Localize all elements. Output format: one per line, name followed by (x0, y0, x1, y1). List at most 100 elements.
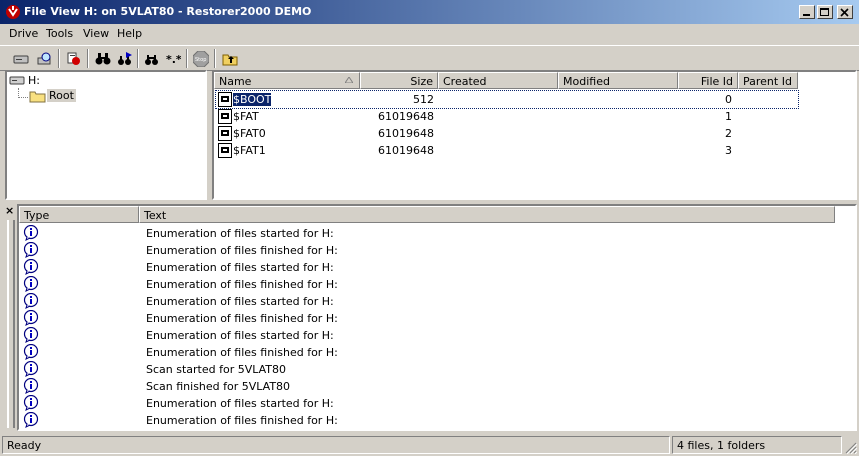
log-message: Enumeration of files finished for H: (146, 244, 338, 257)
svg-text:*.*: *.* (166, 53, 181, 66)
title-bar: File View H: on 5VLAT80 - Restorer2000 D… (0, 0, 859, 24)
log-row[interactable]: Scan finished for 5VLAT80 (21, 378, 821, 395)
find-next-button[interactable] (114, 48, 136, 70)
filter-button[interactable] (141, 48, 163, 70)
log-close-button[interactable]: × (5, 204, 17, 217)
toolbar: *.* Stop (0, 45, 859, 71)
system-file-icon (218, 92, 232, 107)
system-file-icon (218, 143, 232, 158)
info-icon (23, 412, 39, 428)
menu-bar: Drive Tools View Help (0, 24, 859, 44)
info-icon (23, 242, 39, 258)
log-row[interactable]: Enumeration of files finished for H: (21, 412, 821, 429)
file-size: 61019648 (378, 127, 434, 140)
file-name: $FAT (233, 110, 259, 123)
mask-button[interactable]: *.* (162, 48, 184, 70)
folder-tree[interactable]: H: Root (5, 70, 207, 200)
find-icon (95, 53, 111, 65)
info-icon (23, 395, 39, 411)
file-id: 2 (725, 127, 732, 140)
col-header-type[interactable]: Type (19, 206, 139, 223)
status-bar: Ready 4 files, 1 folders (0, 434, 859, 456)
minimize-icon (803, 14, 810, 16)
stop-button[interactable]: Stop (190, 48, 212, 70)
log-row[interactable]: Enumeration of files finished for H: (21, 242, 821, 259)
col-header-text[interactable]: Text (139, 206, 835, 223)
log-message: Scan started for 5VLAT80 (146, 363, 287, 376)
col-header-modified[interactable]: Modified (558, 72, 678, 89)
log-message: Enumeration of files started for H: (146, 261, 334, 274)
minimize-button[interactable] (799, 5, 815, 19)
log-message: Scan finished for 5VLAT80 (146, 380, 291, 393)
log-message: Enumeration of files started for H: (146, 329, 334, 342)
file-name: $FAT1 (233, 144, 266, 157)
info-icon (23, 293, 39, 309)
folder-icon (29, 91, 46, 103)
file-id: 3 (725, 144, 732, 157)
log-row[interactable]: Enumeration of files started for H: (21, 225, 821, 242)
log-dock-grip[interactable] (7, 220, 15, 428)
info-icon (23, 259, 39, 275)
log-row[interactable]: Enumeration of files started for H: (21, 293, 821, 310)
menu-view[interactable]: View (83, 27, 109, 40)
system-file-icon (218, 126, 232, 141)
file-name: $BOOT (233, 93, 272, 106)
col-header-created[interactable]: Created (438, 72, 558, 89)
mask-icon: *.* (166, 53, 181, 66)
filter-icon (145, 55, 158, 65)
log-row[interactable]: Scan started for 5VLAT80 (21, 361, 821, 378)
col-header-file-id[interactable]: File Id (678, 72, 738, 89)
info-icon (23, 344, 39, 360)
menu-tools[interactable]: Tools (46, 27, 73, 40)
log-row[interactable]: Enumeration of files finished for H: (21, 344, 821, 361)
info-icon (23, 327, 39, 343)
log-message: Enumeration of files finished for H: (146, 414, 338, 427)
file-id: 1 (725, 110, 732, 123)
maximize-icon (820, 8, 829, 16)
search-drive-icon (37, 52, 51, 65)
info-icon (23, 361, 39, 377)
close-button[interactable] (837, 5, 853, 19)
file-list[interactable]: Name Size Created Modified File Id Paren… (212, 70, 857, 200)
window-title: File View H: on 5VLAT80 - Restorer2000 D… (24, 5, 312, 18)
tree-drive-label[interactable]: H: (28, 74, 40, 87)
col-header-parent-id[interactable]: Parent Id (738, 72, 798, 89)
tree-root-label[interactable]: Root (47, 89, 76, 102)
info-icon (23, 225, 39, 241)
log-row[interactable]: Enumeration of files started for H: (21, 395, 821, 412)
file-row[interactable]: $FAT1 61019648 3 (216, 142, 798, 159)
file-size: 512 (413, 93, 434, 106)
col-header-size[interactable]: Size (360, 72, 438, 89)
up-folder-icon (222, 54, 238, 66)
log-message: Enumeration of files started for H: (146, 295, 334, 308)
message-log[interactable]: Type Text Enumeration of files started f… (17, 204, 857, 431)
log-row[interactable]: Enumeration of files finished for H: (21, 310, 821, 327)
menu-drive[interactable]: Drive (9, 27, 38, 40)
log-row[interactable]: Enumeration of files started for H: (21, 327, 821, 344)
file-row[interactable]: $FAT0 61019648 2 (216, 125, 798, 142)
log-message: Enumeration of files finished for H: (146, 346, 338, 359)
drive-button[interactable] (10, 48, 32, 70)
col-header-name[interactable]: Name (214, 72, 360, 89)
resize-grip-icon[interactable] (845, 442, 857, 454)
search-drive-button[interactable] (34, 48, 56, 70)
scan-button[interactable] (63, 48, 85, 70)
status-text: Ready (2, 436, 670, 454)
menu-help[interactable]: Help (117, 27, 142, 40)
log-row[interactable]: Enumeration of files started for H: (21, 259, 821, 276)
find-next-icon (118, 52, 132, 65)
file-row[interactable]: $FAT 61019648 1 (216, 108, 798, 125)
log-message: Enumeration of files started for H: (146, 397, 334, 410)
sort-arrow-icon (345, 77, 353, 83)
system-file-icon (218, 109, 232, 124)
info-icon (23, 310, 39, 326)
log-row[interactable]: Enumeration of files finished for H: (21, 276, 821, 293)
scan-icon (67, 52, 80, 65)
file-row[interactable]: $BOOT 512 0 (215, 90, 799, 109)
up-folder-button[interactable] (219, 48, 241, 70)
file-size: 61019648 (378, 144, 434, 157)
restorer-app-icon (6, 5, 20, 19)
find-button[interactable] (92, 48, 114, 70)
stop-icon: Stop (193, 51, 209, 67)
maximize-button[interactable] (817, 5, 833, 19)
